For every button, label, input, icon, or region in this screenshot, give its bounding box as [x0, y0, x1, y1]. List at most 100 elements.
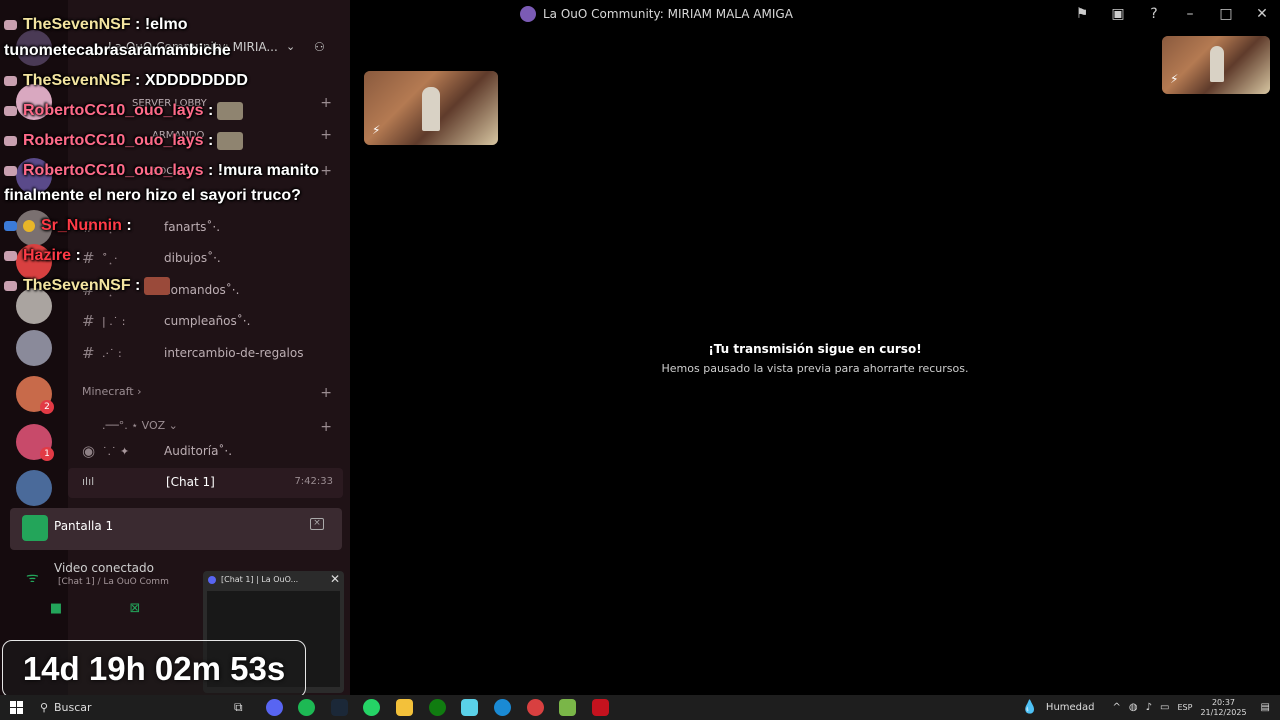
close-icon[interactable]: ✕	[1244, 6, 1280, 22]
app-icon[interactable]	[559, 699, 576, 716]
windows-start-icon[interactable]	[10, 701, 23, 714]
task-view-icon[interactable]: ⧉	[234, 700, 243, 715]
window-title: La OuO Community: MIRIAM MALA AMIGA	[520, 6, 793, 22]
channel-deco: ˙.˙ ✦	[102, 444, 130, 458]
popup-title: [Chat 1] | La OuO...	[221, 575, 299, 584]
file-explorer-icon[interactable]	[396, 699, 413, 716]
channel-name: cumpleaños˚·.	[164, 314, 251, 328]
add-channel-icon[interactable]: +	[320, 95, 332, 111]
maximize-icon[interactable]: □	[1208, 6, 1244, 22]
hash-icon: #	[82, 312, 95, 330]
app-icon[interactable]	[592, 699, 609, 716]
add-channel-icon[interactable]: +	[320, 385, 332, 401]
chevron-up-icon[interactable]: ^	[1113, 702, 1121, 713]
add-user-icon[interactable]: ⚇	[314, 40, 325, 54]
server-icon[interactable]	[16, 330, 52, 366]
whatsapp-app-icon[interactable]	[363, 699, 380, 716]
spotify-app-icon[interactable]	[298, 699, 315, 716]
taskbar-clock[interactable]: 20:37 21/12/2025	[1200, 698, 1246, 718]
battery-icon[interactable]: ▭	[1160, 702, 1169, 713]
screen-share-tile[interactable]: Pantalla 1 ×	[10, 508, 342, 550]
channel-name: SERVER LOBBY	[132, 97, 207, 109]
channel-dibujos[interactable]: # ˚ ͙ · dibujos˚·.	[82, 245, 342, 271]
screen-share-label: Pantalla 1	[54, 519, 114, 533]
category-voz[interactable]: .──°. ⋆ VOZ ⌄ +	[82, 419, 342, 435]
help-icon[interactable]: ?	[1136, 6, 1172, 22]
stream-subline: Hemos pausado la vista previa para ahorr…	[661, 362, 969, 375]
mute-icon[interactable]: ⚡	[372, 123, 380, 137]
stream-thumbnail[interactable]: ⚡	[1162, 36, 1270, 94]
chevron-down-icon[interactable]: ⌄	[286, 40, 295, 53]
steam-app-icon[interactable]	[331, 699, 348, 716]
voice-channel-chat1[interactable]: ılıl [Chat 1] 7:42:33	[68, 468, 343, 498]
volume-icon[interactable]: ♪	[1146, 702, 1152, 713]
server-name[interactable]: La OuO Community: MIRIA...	[108, 40, 278, 54]
channel-intercambio[interactable]: # .·˙ : intercambio-de-regalos	[82, 340, 342, 366]
title-bar-icons: ⚑ ▣ ? – □ ✕	[1064, 0, 1280, 28]
category-name: Minecraft	[82, 385, 134, 398]
flag-icon[interactable]: ⚑	[1064, 6, 1100, 22]
stop-stream-icon[interactable]: ×	[310, 518, 324, 530]
screen-share-button[interactable]: ⊠	[125, 601, 145, 621]
channel-name: [Chat 1]	[166, 475, 215, 489]
channel-name: fanarts˚·.	[164, 220, 221, 234]
channel-deco: ˚ ͙ ·	[102, 220, 118, 234]
window-title-text: La OuO Community: MIRIAM MALA AMIGA	[543, 7, 793, 21]
hash-icon: #	[82, 218, 95, 236]
hash-icon: #	[82, 281, 95, 299]
notification-badge: 1	[40, 447, 54, 461]
channel-social[interactable]: SOCIAL +	[82, 158, 342, 184]
server-icon[interactable]	[16, 30, 52, 66]
close-icon[interactable]: ✕	[330, 572, 340, 586]
camera-icon[interactable]: ■	[46, 601, 66, 621]
channel-deco: ˚ ͙ ·	[102, 251, 118, 265]
voice-channel-auditoria[interactable]: ◉ ˙.˙ ✦ Auditoría˚·.	[82, 438, 342, 464]
discord-icon	[208, 576, 216, 584]
server-icon[interactable]	[16, 158, 52, 194]
connection-icon[interactable]: ᯤ	[26, 568, 39, 587]
lang-label[interactable]: ESP	[1177, 703, 1192, 712]
inbox-icon[interactable]: ▣	[1100, 6, 1136, 22]
channel-name: ARMANDO	[152, 129, 205, 141]
add-channel-icon[interactable]: +	[320, 127, 332, 143]
app-icon[interactable]	[461, 699, 478, 716]
channel-deco: ˚ ͙ ·	[102, 283, 118, 297]
taskbar-search[interactable]: ⚲ Buscar	[34, 695, 224, 720]
hash-icon: #	[82, 344, 95, 362]
notification-icon[interactable]: ▤	[1261, 702, 1270, 713]
popup-header: [Chat 1] | La OuO...	[203, 571, 344, 589]
server-icon[interactable]	[16, 244, 52, 280]
channel-server-lobby[interactable]: SERVER LOBBY +	[82, 90, 342, 116]
category-minecraft[interactable]: Minecraft › +	[82, 385, 342, 401]
discord-app-icon[interactable]	[266, 699, 283, 716]
server-icon[interactable]	[16, 84, 52, 120]
add-channel-icon[interactable]: +	[320, 163, 332, 179]
chevron-down-icon: ⌄	[168, 419, 178, 432]
character-figure	[422, 87, 440, 131]
channel-comandos[interactable]: # ˚ ͙ · comandos˚·.	[82, 277, 342, 303]
voice-status-title: Video conectado	[54, 561, 154, 575]
stream-paused-message: ¡Tu transmisión sigue en curso! Hemos pa…	[600, 342, 1030, 375]
server-icon[interactable]	[16, 288, 52, 324]
network-icon[interactable]: ◍	[1129, 702, 1138, 713]
channel-armando[interactable]: ARMANDO +	[82, 122, 342, 148]
stream-timer-overlay: 14d 19h 02m 53s	[2, 640, 306, 698]
minimize-icon[interactable]: –	[1172, 6, 1208, 22]
chevron-right-icon: ›	[137, 385, 142, 398]
stream-thumbnail[interactable]: ⚡	[364, 71, 498, 145]
add-channel-icon[interactable]: +	[320, 419, 332, 435]
edge-app-icon[interactable]	[494, 699, 511, 716]
mute-icon[interactable]: ⚡	[1170, 72, 1178, 86]
channel-fanarts[interactable]: # ˚ ͙ · fanarts˚·.	[82, 214, 342, 240]
stage-icon: ◉	[82, 442, 96, 460]
channel-cumpleanos[interactable]: # | .˙ : cumpleaños˚·.	[82, 308, 342, 334]
server-icon[interactable]	[16, 470, 52, 506]
channel-name: intercambio-de-regalos	[164, 346, 304, 360]
notification-badge: 2	[40, 400, 54, 414]
weather-label[interactable]: Humedad	[1046, 702, 1095, 713]
xbox-app-icon[interactable]	[429, 699, 446, 716]
server-icon	[520, 6, 536, 22]
app-icon[interactable]	[527, 699, 544, 716]
server-icon[interactable]	[16, 210, 52, 246]
voice-timer: 7:42:33	[294, 476, 333, 487]
